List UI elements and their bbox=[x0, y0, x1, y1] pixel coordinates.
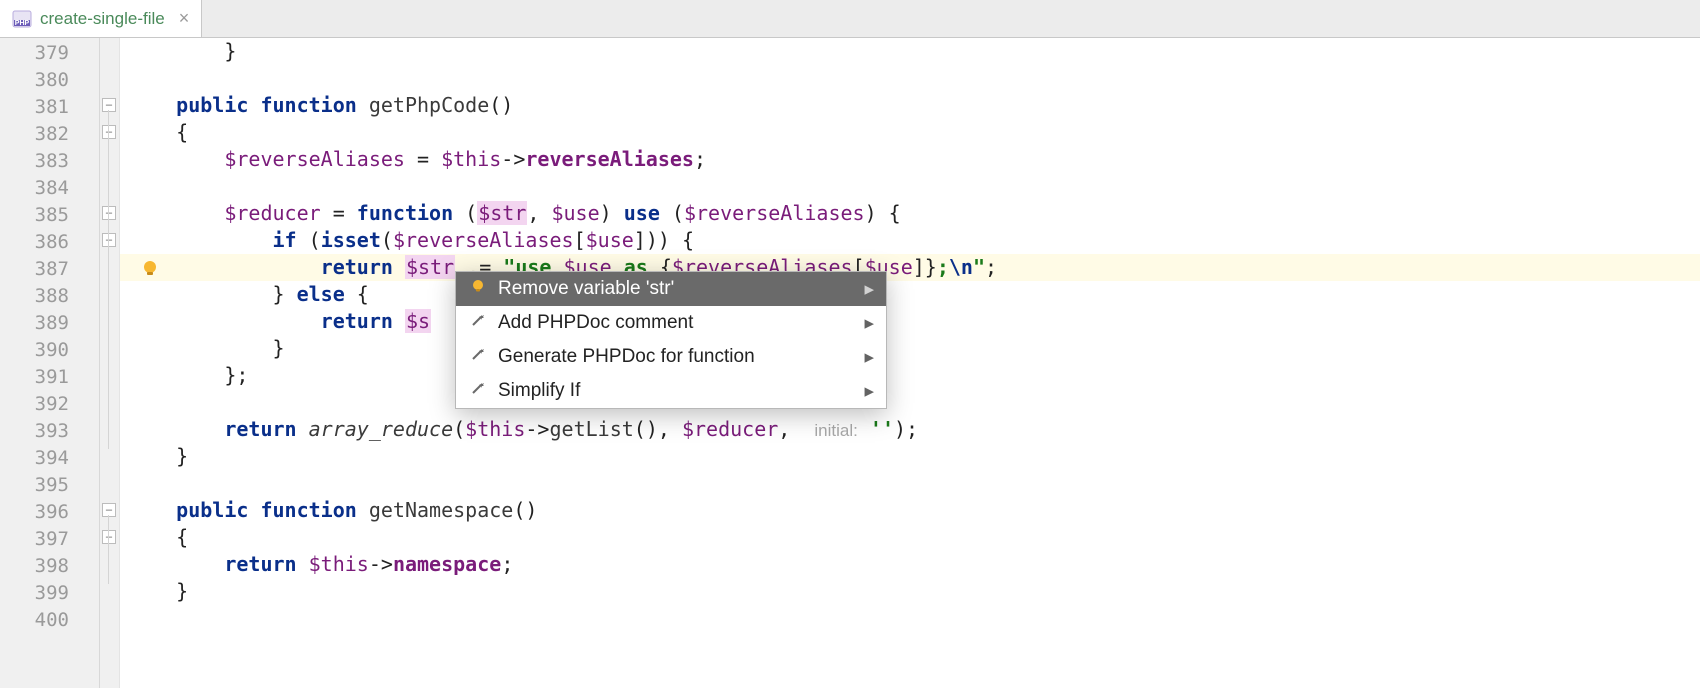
fold-marker[interactable]: − bbox=[102, 530, 116, 544]
intention-label: Remove variable 'str' bbox=[498, 278, 674, 300]
svg-text:PHP: PHP bbox=[15, 20, 30, 27]
line-number: 397 bbox=[0, 526, 99, 553]
line-number: 385 bbox=[0, 202, 99, 229]
submenu-arrow-icon: ▸ bbox=[864, 380, 874, 403]
line-number: 383 bbox=[0, 148, 99, 175]
line-number: 392 bbox=[0, 391, 99, 418]
line-number: 393 bbox=[0, 418, 99, 445]
bulb-icon bbox=[470, 278, 488, 300]
code-line[interactable]: } bbox=[120, 335, 1700, 362]
line-number: 394 bbox=[0, 445, 99, 472]
line-number: 398 bbox=[0, 553, 99, 580]
code-line[interactable]: { bbox=[120, 119, 1700, 146]
code-line[interactable]: $reducer = function ($str, $use) use ($r… bbox=[120, 200, 1700, 227]
wand-icon bbox=[470, 312, 488, 334]
intention-label: Simplify If bbox=[498, 380, 580, 402]
intention-item[interactable]: Remove variable 'str' ▸ bbox=[456, 272, 886, 306]
intention-label: Add PHPDoc comment bbox=[498, 312, 693, 334]
editor-tab[interactable]: PHP create-single-file × bbox=[0, 0, 202, 37]
wand-icon bbox=[470, 346, 488, 368]
code-line[interactable]: return $this->namespace; bbox=[120, 551, 1700, 578]
code-line[interactable]: if (isset($reverseAliases[$use])) { bbox=[120, 227, 1700, 254]
code-line[interactable]: }; bbox=[120, 362, 1700, 389]
code-line[interactable]: public function getPhpCode() bbox=[120, 92, 1700, 119]
code-line[interactable]: } bbox=[120, 443, 1700, 470]
intention-label: Generate PHPDoc for function bbox=[498, 346, 755, 368]
line-number: 396 bbox=[0, 499, 99, 526]
php-file-icon: PHP bbox=[12, 9, 32, 29]
fold-column: − − − − − − bbox=[100, 38, 120, 688]
line-number: 384 bbox=[0, 175, 99, 202]
wand-icon bbox=[470, 380, 488, 402]
code-area[interactable]: } public function getPhpCode() { $revers… bbox=[120, 38, 1700, 688]
code-line[interactable] bbox=[120, 65, 1700, 92]
tab-filename: create-single-file bbox=[40, 9, 165, 29]
line-number: 390 bbox=[0, 337, 99, 364]
code-line[interactable] bbox=[120, 173, 1700, 200]
tab-bar: PHP create-single-file × bbox=[0, 0, 1700, 38]
fold-marker[interactable]: − bbox=[102, 98, 116, 112]
line-number: 389 bbox=[0, 310, 99, 337]
intention-item[interactable]: Generate PHPDoc for function ▸ bbox=[456, 340, 886, 374]
line-number: 379 bbox=[0, 40, 99, 67]
code-line[interactable]: } bbox=[120, 38, 1700, 65]
code-line[interactable]: return array_reduce($this->getList(), $r… bbox=[120, 416, 1700, 443]
intention-item[interactable]: Simplify If ▸ bbox=[456, 374, 886, 408]
code-line[interactable] bbox=[120, 605, 1700, 632]
code-line[interactable] bbox=[120, 389, 1700, 416]
line-number: 381 bbox=[0, 94, 99, 121]
line-number: 388 bbox=[0, 283, 99, 310]
code-line[interactable]: return $s bbox=[120, 308, 1700, 335]
line-number: 391 bbox=[0, 364, 99, 391]
fold-marker[interactable]: − bbox=[102, 233, 116, 247]
line-number: 382 bbox=[0, 121, 99, 148]
fold-marker[interactable]: − bbox=[102, 206, 116, 220]
fold-marker[interactable]: − bbox=[102, 125, 116, 139]
intention-item[interactable]: Add PHPDoc comment ▸ bbox=[456, 306, 886, 340]
close-tab-icon[interactable]: × bbox=[179, 8, 190, 29]
line-number: 399 bbox=[0, 580, 99, 607]
submenu-arrow-icon: ▸ bbox=[864, 278, 874, 301]
line-number: 395 bbox=[0, 472, 99, 499]
submenu-arrow-icon: ▸ bbox=[864, 346, 874, 369]
line-number: 400 bbox=[0, 607, 99, 634]
submenu-arrow-icon: ▸ bbox=[864, 312, 874, 335]
intention-popup: Remove variable 'str'▸Add PHPDoc comment… bbox=[455, 271, 887, 409]
code-line[interactable]: return $str .= "use $use as {$reverseAli… bbox=[120, 254, 1700, 281]
code-line[interactable]: { bbox=[120, 524, 1700, 551]
fold-marker[interactable]: − bbox=[102, 503, 116, 517]
line-number-gutter: 3793803813823833843853863873883893903913… bbox=[0, 38, 100, 688]
code-line[interactable] bbox=[120, 470, 1700, 497]
line-number: 387 bbox=[0, 256, 99, 283]
line-number: 386 bbox=[0, 229, 99, 256]
code-line[interactable]: } bbox=[120, 578, 1700, 605]
code-line[interactable]: $reverseAliases = $this->reverseAliases; bbox=[120, 146, 1700, 173]
code-line[interactable]: } else { bbox=[120, 281, 1700, 308]
code-line[interactable]: public function getNamespace() bbox=[120, 497, 1700, 524]
editor: 3793803813823833843853863873883893903913… bbox=[0, 38, 1700, 688]
intention-bulb-icon[interactable] bbox=[140, 258, 160, 278]
line-number: 380 bbox=[0, 67, 99, 94]
